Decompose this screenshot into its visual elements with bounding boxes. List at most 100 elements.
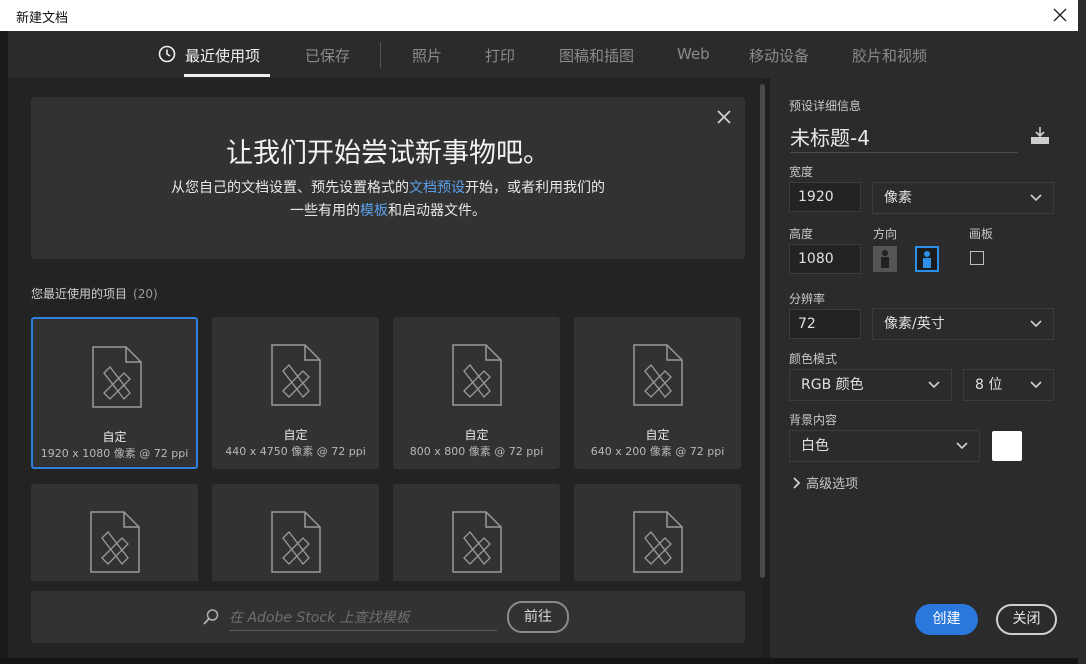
chevron-down-icon bbox=[928, 381, 940, 389]
document-icon bbox=[271, 511, 321, 573]
tab-divider bbox=[380, 42, 381, 68]
banner-text-3: 一些有用的 bbox=[290, 203, 360, 219]
tab-saved[interactable]: 已保存 bbox=[305, 45, 350, 66]
document-icon bbox=[92, 346, 142, 408]
chevron-right-icon bbox=[793, 477, 801, 489]
document-name-input[interactable]: 未标题-4 bbox=[790, 122, 1018, 153]
bit-depth-value: 8 位 bbox=[975, 377, 1003, 393]
scrollbar[interactable] bbox=[757, 84, 767, 578]
preset-dimensions: 800 x 800 像素 @ 72 ppi bbox=[409, 445, 544, 458]
window-title: 新建文档 bbox=[16, 11, 69, 26]
document-icon bbox=[633, 511, 683, 573]
resolution-label: 分辨率 bbox=[789, 292, 826, 306]
artboard-label: 画板 bbox=[969, 227, 994, 241]
new-document-dialog: 新建文档 最近使用项 已保存 照片 打印 图稿和插图 Web 移动设备 胶片和视… bbox=[0, 0, 1086, 664]
bit-depth-select[interactable]: 8 位 bbox=[963, 369, 1054, 401]
document-icon bbox=[452, 511, 502, 573]
chevron-down-icon bbox=[956, 442, 968, 450]
stock-search-bar: 在 Adobe Stock 上查找模板 前往 bbox=[31, 591, 745, 643]
banner-text-4: 和启动器文件。 bbox=[388, 203, 486, 219]
active-tab-indicator bbox=[184, 74, 270, 77]
tab-mobile[interactable]: 移动设备 bbox=[749, 45, 809, 66]
width-unit-value: 像素 bbox=[884, 190, 912, 206]
banner-text-1: 从您自己的文档设置、预先设置格式的 bbox=[171, 180, 409, 196]
width-input[interactable]: 1920 bbox=[789, 182, 861, 212]
portrait-person-icon bbox=[881, 250, 889, 268]
create-button[interactable]: 创建 bbox=[915, 604, 978, 635]
resolution-unit-select[interactable]: 像素/英寸 bbox=[872, 308, 1054, 340]
preset-card-partial[interactable] bbox=[393, 484, 560, 581]
landscape-orientation-button[interactable] bbox=[915, 246, 939, 272]
height-label: 高度 bbox=[789, 227, 814, 241]
tab-web[interactable]: Web bbox=[677, 45, 710, 63]
background-select[interactable]: 白色 bbox=[789, 430, 980, 462]
preset-card-partial[interactable] bbox=[212, 484, 379, 581]
preset-card[interactable]: 自定 440 x 4750 像素 @ 72 ppi bbox=[212, 317, 379, 469]
recent-items-heading: 您最近使用的项目 (20) bbox=[31, 285, 158, 302]
close-banner-icon[interactable] bbox=[714, 107, 734, 127]
title-bar: 新建文档 bbox=[0, 0, 1078, 32]
advanced-options-label: 高级选项 bbox=[806, 477, 859, 492]
close-button[interactable]: 关闭 bbox=[996, 604, 1057, 635]
height-input[interactable]: 1080 bbox=[789, 244, 861, 274]
tab-print[interactable]: 打印 bbox=[485, 45, 515, 66]
background-app-strip bbox=[1078, 0, 1086, 664]
close-window-icon[interactable] bbox=[1048, 3, 1072, 27]
color-mode-select[interactable]: RGB 颜色 bbox=[789, 369, 952, 401]
document-icon bbox=[633, 344, 683, 406]
bottom-border bbox=[0, 658, 1078, 664]
preset-card-partial[interactable] bbox=[574, 484, 741, 581]
landscape-person-icon bbox=[923, 251, 931, 268]
portrait-orientation-button[interactable] bbox=[873, 246, 897, 272]
banner-title: 让我们开始尝试新事物吧。 bbox=[226, 138, 550, 169]
width-label: 宽度 bbox=[789, 165, 814, 179]
preset-name: 自定 bbox=[102, 430, 127, 444]
category-tabs: 最近使用项 已保存 照片 打印 图稿和插图 Web 移动设备 胶片和视频 bbox=[8, 31, 1078, 78]
preset-card[interactable]: 自定 800 x 800 像素 @ 72 ppi bbox=[393, 317, 560, 469]
resolution-unit-value: 像素/英寸 bbox=[884, 316, 945, 332]
tab-art-illustration[interactable]: 图稿和插图 bbox=[559, 45, 634, 66]
background-label: 背景内容 bbox=[789, 413, 838, 427]
preset-name: 自定 bbox=[283, 428, 308, 442]
chevron-down-icon bbox=[1030, 320, 1042, 328]
tab-recent[interactable]: 最近使用项 bbox=[185, 45, 260, 66]
color-mode-value: RGB 颜色 bbox=[801, 377, 864, 393]
welcome-banner: 让我们开始尝试新事物吧。 从您自己的文档设置、预先设置格式的文档预设开始，或者利… bbox=[31, 97, 745, 259]
color-mode-label: 颜色模式 bbox=[789, 352, 838, 366]
save-preset-icon[interactable] bbox=[1029, 126, 1051, 146]
templates-link[interactable]: 模板 bbox=[360, 203, 388, 219]
artboard-checkbox[interactable] bbox=[970, 251, 984, 265]
preset-card-partial[interactable] bbox=[31, 484, 198, 581]
preset-name: 自定 bbox=[645, 428, 670, 442]
tab-photo[interactable]: 照片 bbox=[412, 45, 442, 66]
preset-dimensions: 440 x 4750 像素 @ 72 ppi bbox=[225, 445, 366, 458]
left-border bbox=[0, 31, 8, 664]
clock-icon bbox=[158, 45, 176, 63]
background-color-swatch[interactable] bbox=[992, 431, 1022, 461]
go-button[interactable]: 前往 bbox=[507, 601, 569, 633]
banner-text-2: 开始，或者利用我们的 bbox=[465, 180, 605, 196]
stock-search-input[interactable]: 在 Adobe Stock 上查找模板 bbox=[229, 607, 497, 631]
document-icon bbox=[452, 344, 502, 406]
resolution-input[interactable]: 72 bbox=[789, 309, 861, 339]
details-header: 预设详细信息 bbox=[789, 99, 862, 113]
preset-details-panel bbox=[770, 78, 1078, 658]
tab-film-video[interactable]: 胶片和视频 bbox=[852, 45, 927, 66]
advanced-options-toggle[interactable]: 高级选项 bbox=[792, 473, 858, 492]
scrollbar-thumb[interactable] bbox=[760, 84, 765, 578]
preset-name: 自定 bbox=[464, 428, 489, 442]
document-icon bbox=[271, 344, 321, 406]
preset-card[interactable]: 自定 1920 x 1080 像素 @ 72 ppi bbox=[31, 317, 198, 469]
banner-text: 从您自己的文档设置、预先设置格式的文档预设开始，或者利用我们的 一些有用的模板和… bbox=[31, 177, 745, 223]
width-unit-select[interactable]: 像素 bbox=[872, 182, 1054, 214]
recent-label: 您最近使用的项目 bbox=[31, 287, 128, 301]
preset-card[interactable]: 自定 640 x 200 像素 @ 72 ppi bbox=[574, 317, 741, 469]
preset-dimensions: 1920 x 1080 像素 @ 72 ppi bbox=[40, 447, 189, 460]
orientation-label: 方向 bbox=[873, 227, 898, 241]
chevron-down-icon bbox=[1030, 381, 1042, 389]
presets-link[interactable]: 文档预设 bbox=[409, 180, 465, 196]
document-icon bbox=[90, 511, 140, 573]
background-value: 白色 bbox=[801, 438, 829, 454]
preset-dimensions: 640 x 200 像素 @ 72 ppi bbox=[590, 445, 725, 458]
search-icon bbox=[203, 609, 219, 625]
